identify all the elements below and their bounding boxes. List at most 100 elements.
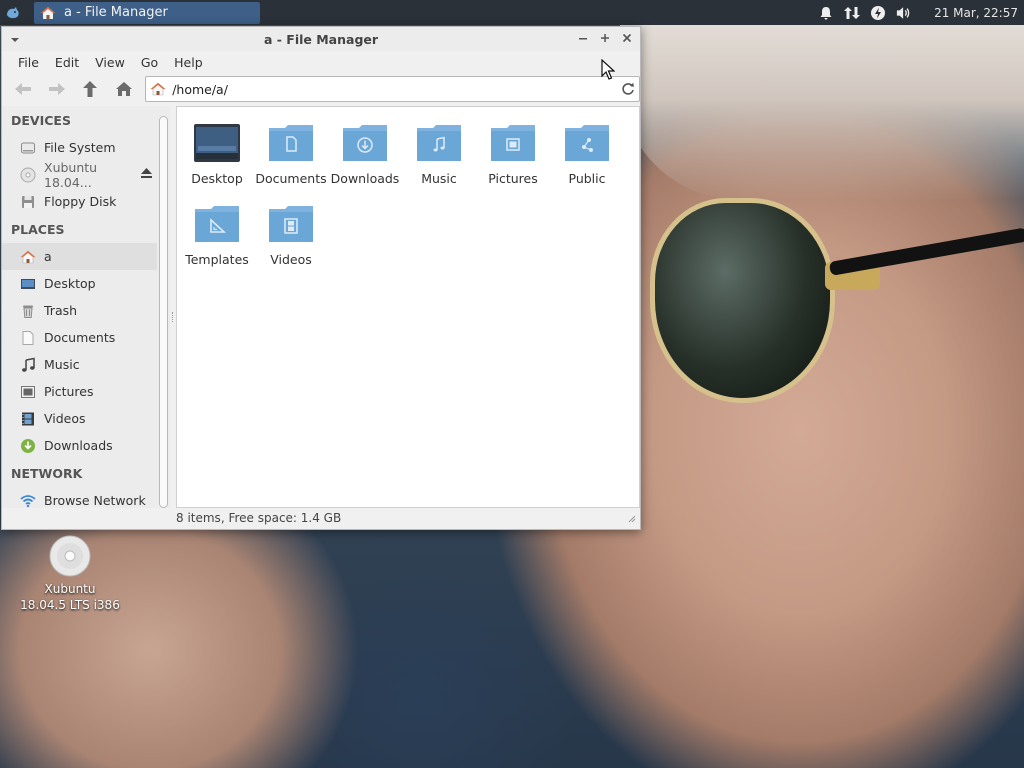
pane-divider-handle[interactable] — [172, 312, 174, 322]
file-icon-view[interactable]: Desktop Documents Downloads Music Pictur… — [176, 106, 640, 508]
back-button[interactable] — [8, 75, 38, 103]
window-title: a - File Manager — [263, 31, 379, 47]
sidebar-item-label: Videos — [44, 411, 86, 426]
menu-file[interactable]: File — [10, 55, 47, 70]
document-icon — [20, 330, 36, 346]
desktop-icon — [20, 276, 36, 292]
file-item-downloads[interactable]: Downloads — [328, 123, 402, 186]
desktop-icon-label-line2: 18.04.5 LTS i386 — [20, 598, 120, 612]
reload-button[interactable] — [617, 82, 639, 96]
taskbar-title: a - File Manager — [64, 5, 168, 20]
close-button[interactable] — [620, 31, 634, 45]
sidebar-item-desktop[interactable]: Desktop — [2, 270, 157, 297]
notification-bell-icon[interactable] — [818, 5, 834, 21]
top-panel: a - File Manager 21 Mar, 22:57 — [0, 0, 1024, 25]
sidebar-item-label: Music — [44, 357, 80, 372]
minimize-button[interactable] — [576, 31, 590, 45]
optical-disc-icon — [49, 535, 91, 577]
file-name: Public — [568, 171, 606, 186]
file-item-desktop[interactable]: Desktop — [180, 123, 254, 186]
sidebar-item-downloads[interactable]: Downloads — [2, 432, 157, 459]
volume-icon[interactable] — [896, 5, 912, 21]
menu-view[interactable]: View — [87, 55, 133, 70]
file-name: Downloads — [330, 171, 400, 186]
home-icon — [41, 6, 55, 19]
parent-folder-button[interactable] — [76, 75, 106, 103]
toolbar: /home/a/ — [2, 73, 640, 105]
pictures-icon — [20, 384, 36, 400]
sidebar-item-label: Floppy Disk — [44, 194, 117, 209]
sidebar-item-file-system[interactable]: File System — [2, 134, 157, 161]
sidebar-item-label: Xubuntu 18.04... — [44, 159, 98, 190]
window-body: DEVICES File System Xubuntu 18.04... Flo… — [2, 106, 640, 508]
wallpaper-sunglasses-arm — [828, 227, 1024, 276]
forward-arrow-icon — [48, 83, 65, 95]
eject-button[interactable] — [140, 167, 153, 182]
sidebar-item-label: Documents — [44, 330, 116, 345]
file-name: Videos — [270, 252, 312, 267]
file-item-music[interactable]: Music — [402, 123, 476, 186]
sidebar-item-pictures[interactable]: Pictures — [2, 378, 157, 405]
network-transfer-icon[interactable] — [844, 5, 861, 21]
reload-icon — [622, 82, 634, 95]
desktop-icon-xubuntu-disc[interactable]: Xubuntu 18.04.5 LTS i386 — [20, 534, 120, 613]
sidebar-item-xubuntu-disc[interactable]: Xubuntu 18.04... — [2, 159, 157, 190]
file-item-public[interactable]: Public — [550, 123, 624, 186]
power-manager-icon[interactable] — [870, 5, 886, 21]
downloads-icon — [20, 438, 36, 454]
sidebar-item-trash[interactable]: Trash — [2, 297, 157, 324]
sidebar-header-network: NETWORK — [11, 465, 83, 481]
whisker-menu-button[interactable] — [0, 0, 26, 25]
sidebar-item-label: Browse Network — [44, 493, 146, 508]
public-folder-icon — [565, 125, 609, 161]
status-text: 8 items, Free space: 1.4 GB — [176, 511, 342, 525]
mouse-cursor-icon — [601, 59, 615, 80]
wallpaper-hair — [620, 0, 1024, 200]
file-item-templates[interactable]: Templates — [180, 204, 254, 267]
music-icon — [20, 357, 36, 373]
music-folder-icon — [417, 125, 461, 161]
menu-help[interactable]: Help — [166, 55, 211, 70]
optical-disc-icon — [20, 167, 36, 183]
sidebar-item-videos[interactable]: Videos — [2, 405, 157, 432]
minimize-icon — [579, 38, 587, 40]
panel-clock[interactable]: 21 Mar, 22:57 — [934, 6, 1018, 20]
downloads-folder-icon — [343, 125, 387, 161]
taskbar-file-manager[interactable]: a - File Manager — [34, 1, 260, 24]
videos-icon — [20, 411, 36, 427]
resize-grip-icon[interactable] — [628, 512, 636, 526]
sidebar-item-home[interactable]: a — [2, 243, 157, 270]
floppy-icon — [20, 194, 36, 210]
home-icon — [150, 82, 166, 96]
templates-folder-icon — [195, 206, 239, 242]
xfce-mouse-icon — [7, 6, 19, 18]
sidebar-item-floppy-disk[interactable]: Floppy Disk — [2, 188, 157, 215]
sidebar-item-browse-network[interactable]: Browse Network — [2, 487, 157, 508]
maximize-button[interactable] — [598, 31, 612, 45]
forward-button[interactable] — [42, 75, 72, 103]
maximize-icon — [601, 34, 609, 42]
file-name: Documents — [255, 171, 327, 186]
eject-icon — [141, 168, 152, 178]
sidebar-item-label: a — [44, 249, 52, 264]
desktop-folder-icon — [194, 124, 240, 162]
back-arrow-icon — [14, 83, 31, 95]
file-item-videos[interactable]: Videos — [254, 204, 328, 267]
system-tray: 21 Mar, 22:57 — [818, 5, 1024, 21]
menu-edit[interactable]: Edit — [47, 55, 87, 70]
window-titlebar[interactable]: a - File Manager — [2, 27, 640, 51]
sidebar-item-music[interactable]: Music — [2, 351, 157, 378]
sidebar-item-documents[interactable]: Documents — [2, 324, 157, 351]
home-button[interactable] — [109, 75, 139, 103]
location-bar[interactable]: /home/a/ — [145, 76, 640, 102]
documents-folder-icon — [269, 125, 313, 161]
pictures-folder-icon — [491, 125, 535, 161]
sidebar-scrollbar[interactable] — [159, 116, 168, 508]
location-path[interactable]: /home/a/ — [172, 82, 611, 97]
file-name: Templates — [185, 252, 249, 267]
file-item-documents[interactable]: Documents — [254, 123, 328, 186]
sidebar-item-label: File System — [44, 140, 116, 155]
menu-go[interactable]: Go — [133, 55, 166, 70]
sidebar-item-label: Downloads — [44, 438, 113, 453]
file-item-pictures[interactable]: Pictures — [476, 123, 550, 186]
